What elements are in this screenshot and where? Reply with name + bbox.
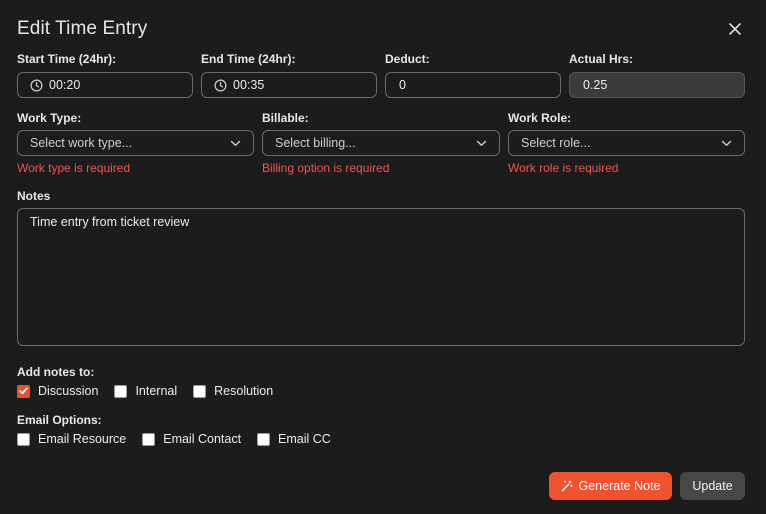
deduct-input[interactable]: 0 bbox=[385, 72, 561, 98]
email-options: Email Resource Email Contact Email CC bbox=[17, 432, 331, 446]
actual-hrs-label: Actual Hrs: bbox=[569, 52, 634, 66]
email-contact-checkbox[interactable]: Email Contact bbox=[142, 432, 241, 446]
resolution-checkbox[interactable]: Resolution bbox=[193, 384, 273, 398]
actual-hrs-value: 0.25 bbox=[583, 78, 608, 92]
discussion-label: Discussion bbox=[38, 384, 99, 398]
work-type-label: Work Type: bbox=[17, 111, 82, 125]
internal-label: Internal bbox=[135, 384, 178, 398]
billable-label: Billable: bbox=[262, 111, 309, 125]
add-notes-to-options: Discussion Internal Resolution bbox=[17, 384, 273, 398]
checkbox-box bbox=[142, 432, 156, 446]
chevron-down-icon bbox=[721, 140, 732, 147]
email-cc-checkbox[interactable]: Email CC bbox=[257, 432, 331, 446]
work-type-error: Work type is required bbox=[17, 161, 131, 175]
discussion-checkbox[interactable]: Discussion bbox=[17, 384, 98, 398]
checkbox-box bbox=[114, 384, 128, 398]
notes-textarea[interactable]: Time entry from ticket review bbox=[17, 208, 745, 346]
email-resource-checkbox[interactable]: Email Resource bbox=[17, 432, 126, 446]
update-button[interactable]: Update bbox=[680, 472, 745, 500]
work-role-select[interactable]: Select role... bbox=[508, 130, 745, 156]
add-notes-to-label: Add notes to: bbox=[17, 365, 95, 379]
work-role-placeholder: Select role... bbox=[521, 136, 591, 150]
work-type-placeholder: Select work type... bbox=[30, 136, 133, 150]
end-time-input[interactable]: 00:35 bbox=[201, 72, 377, 98]
clock-icon bbox=[30, 79, 43, 92]
end-time-label: End Time (24hr): bbox=[201, 52, 296, 66]
notes-label: Notes bbox=[17, 189, 51, 203]
close-button[interactable] bbox=[724, 18, 746, 40]
billable-placeholder: Select billing... bbox=[275, 136, 356, 150]
email-options-label: Email Options: bbox=[17, 413, 102, 427]
internal-checkbox[interactable]: Internal bbox=[114, 384, 177, 398]
checkmark-icon bbox=[19, 387, 28, 395]
email-cc-label: Email CC bbox=[278, 432, 331, 446]
actual-hrs-input: 0.25 bbox=[569, 72, 745, 98]
work-role-label: Work Role: bbox=[508, 111, 572, 125]
deduct-label: Deduct: bbox=[385, 52, 430, 66]
resolution-label: Resolution bbox=[214, 384, 274, 398]
chevron-down-icon bbox=[230, 140, 241, 147]
email-contact-label: Email Contact bbox=[163, 432, 242, 446]
dialog-title: Edit Time Entry bbox=[17, 18, 148, 39]
start-time-label: Start Time (24hr): bbox=[17, 52, 117, 66]
generate-note-label: Generate Note bbox=[578, 479, 661, 493]
checkbox-box bbox=[193, 384, 207, 398]
magic-wand-icon bbox=[561, 480, 573, 492]
deduct-value: 0 bbox=[399, 78, 406, 92]
edit-time-entry-dialog: Edit Time Entry Start Time (24hr): End T… bbox=[0, 0, 766, 514]
generate-note-button[interactable]: Generate Note bbox=[549, 472, 672, 500]
billable-select[interactable]: Select billing... bbox=[262, 130, 500, 156]
start-time-value: 00:20 bbox=[49, 78, 81, 92]
work-type-select[interactable]: Select work type... bbox=[17, 130, 254, 156]
checkbox-box bbox=[17, 432, 30, 446]
work-role-error: Work role is required bbox=[508, 161, 619, 175]
billable-error: Billing option is required bbox=[262, 161, 390, 175]
close-icon bbox=[724, 18, 746, 40]
checkbox-box bbox=[257, 432, 271, 446]
checkbox-box bbox=[17, 384, 30, 398]
end-time-value: 00:35 bbox=[233, 78, 265, 92]
email-resource-label: Email Resource bbox=[38, 432, 127, 446]
start-time-input[interactable]: 00:20 bbox=[17, 72, 193, 98]
clock-icon bbox=[214, 79, 227, 92]
chevron-down-icon bbox=[476, 140, 487, 147]
